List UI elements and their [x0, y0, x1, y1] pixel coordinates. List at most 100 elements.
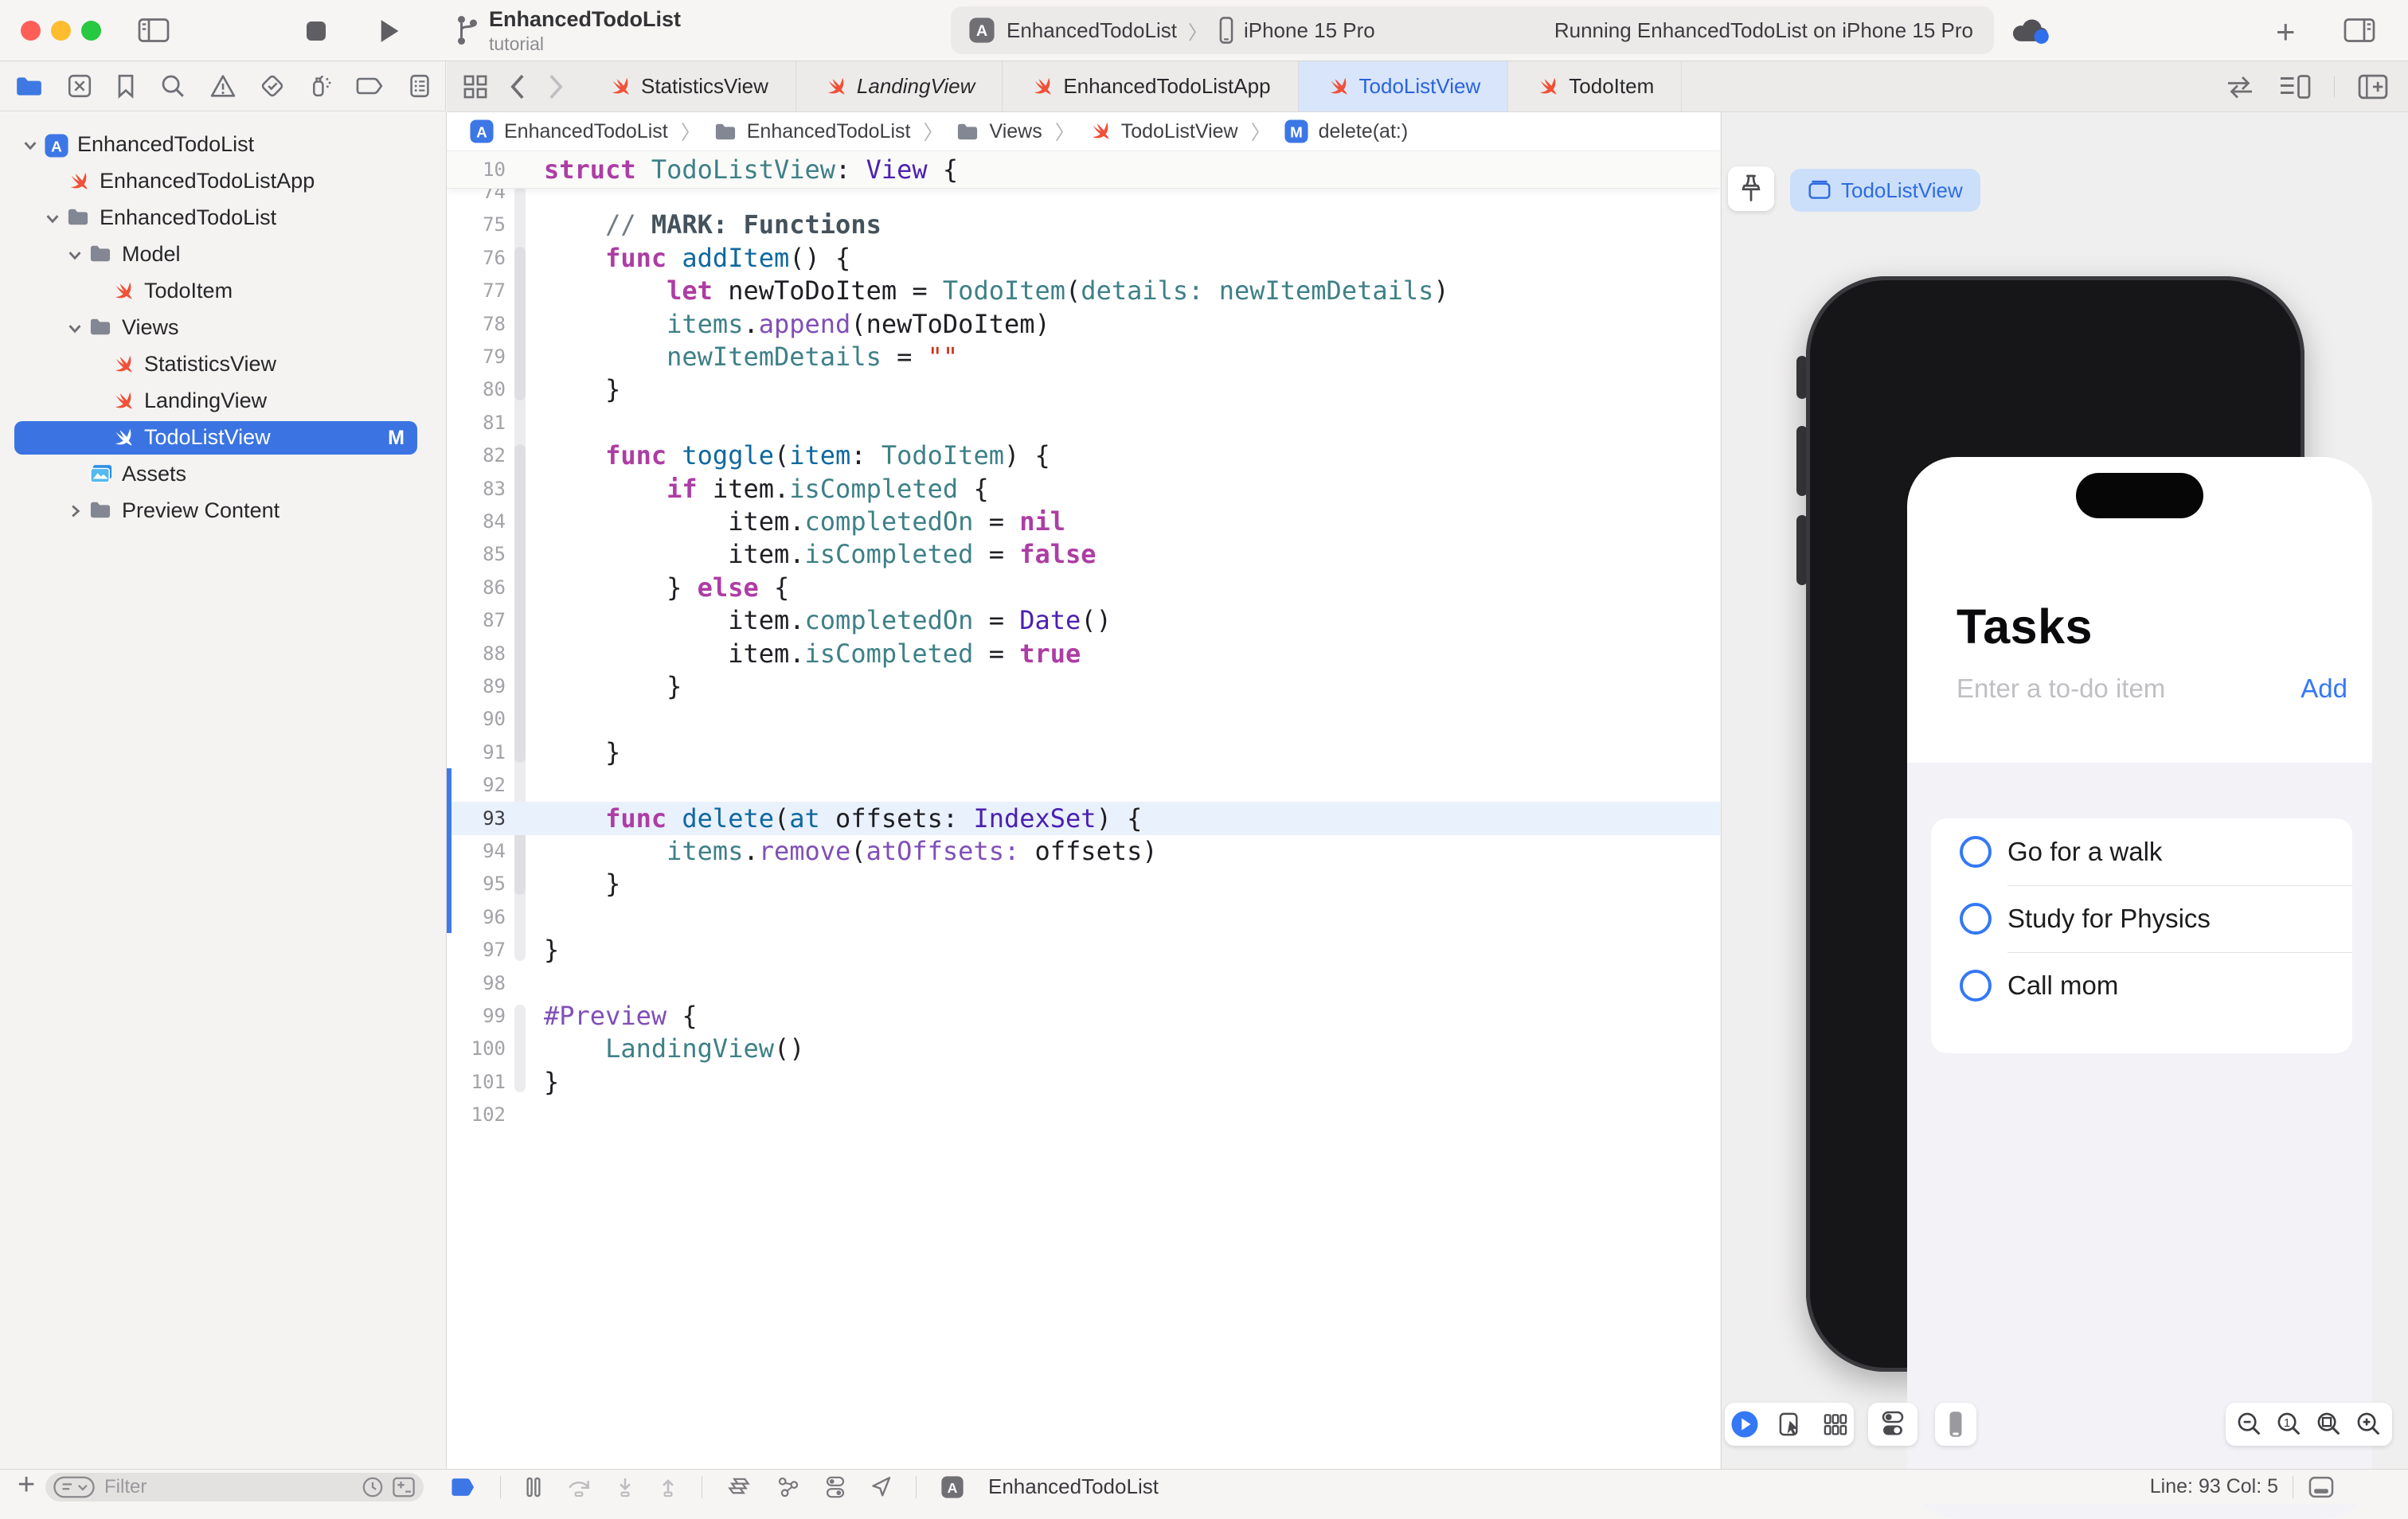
recent-files-icon[interactable] — [362, 1476, 384, 1498]
add-editor-icon[interactable] — [2357, 73, 2389, 100]
line-number[interactable]: 78 — [447, 307, 506, 341]
breakpoints-toggle-button[interactable] — [451, 1476, 476, 1498]
breadcrumb-item[interactable]: Views — [956, 120, 1042, 143]
navigate-forward-icon[interactable] — [547, 73, 565, 100]
line-number[interactable]: 84 — [447, 505, 506, 538]
swap-editor-icon[interactable] — [2224, 75, 2256, 99]
minimize-window-button[interactable] — [51, 21, 71, 41]
filter-options-icon[interactable] — [53, 1476, 95, 1498]
line-number[interactable]: 101 — [447, 1065, 506, 1099]
editor-tab-todolistview[interactable]: TodoListView — [1299, 61, 1509, 111]
line-number[interactable]: 79 — [447, 340, 506, 373]
debug-icon[interactable] — [309, 72, 333, 100]
todo-row[interactable]: Go for a walk — [1931, 818, 2352, 885]
line-number[interactable]: 100 — [447, 1032, 506, 1065]
line-number[interactable]: 76 — [447, 241, 506, 275]
code-line-100[interactable]: 100 LandingView() — [447, 1032, 1720, 1065]
breadcrumb-item[interactable]: TodoListView — [1088, 119, 1238, 143]
editor-tab-statisticsview[interactable]: StatisticsView — [580, 61, 796, 111]
scheme-selector[interactable]: A EnhancedTodoList 〉 iPhone 15 Pro Runni… — [951, 6, 1994, 54]
code-line-84[interactable]: 84 item.completedOn = nil — [447, 505, 1720, 538]
source-control-icon[interactable] — [67, 73, 92, 99]
todo-input-placeholder[interactable]: Enter a to-do item — [1956, 674, 2165, 704]
project-navigator-icon[interactable] — [14, 74, 43, 98]
scheme-name[interactable]: EnhancedTodoList — [1007, 18, 1177, 43]
code-line-88[interactable]: 88 item.isCompleted = true — [447, 637, 1720, 670]
run-button[interactable] — [376, 18, 401, 45]
reports-icon[interactable] — [408, 73, 431, 99]
zoom-fit-icon[interactable] — [2316, 1412, 2342, 1437]
disclosure-closed-icon[interactable] — [67, 503, 83, 519]
line-number[interactable]: 75 — [447, 208, 506, 241]
disclosure-open-icon[interactable] — [22, 137, 38, 153]
tests-icon[interactable] — [260, 73, 285, 99]
todo-row[interactable]: Call mom — [1931, 952, 2352, 1019]
line-number[interactable]: 80 — [447, 373, 506, 406]
source-editor[interactable]: 7475 // MARK: Functions76 func addItem()… — [447, 151, 1720, 1469]
code-line-79[interactable]: 79 newItemDetails = "" — [447, 340, 1720, 373]
code-line-96[interactable]: 96 — [447, 900, 1720, 934]
preview-target-pill[interactable]: TodoListView — [1790, 169, 1980, 212]
line-number[interactable]: 82 — [447, 439, 506, 472]
line-number[interactable]: 81 — [447, 406, 506, 439]
line-number[interactable]: 98 — [447, 966, 506, 1000]
code-line-76[interactable]: 76 func addItem() { — [447, 241, 1720, 275]
code-line-101[interactable]: 101} — [447, 1065, 1720, 1099]
line-number[interactable]: 93 — [447, 802, 506, 835]
code-line-92[interactable]: 92 — [447, 768, 1720, 802]
related-items-icon[interactable] — [463, 74, 488, 100]
code-line-98[interactable]: 98 — [447, 966, 1720, 1000]
issues-icon[interactable] — [209, 73, 236, 99]
code-line-91[interactable]: 91 } — [447, 736, 1720, 769]
close-window-button[interactable] — [21, 21, 41, 41]
todo-checkbox[interactable] — [1960, 970, 1992, 1002]
navigate-back-icon[interactable] — [509, 73, 526, 100]
line-number[interactable]: 92 — [447, 768, 506, 802]
sidebar-item-views[interactable]: Views — [0, 310, 446, 346]
sidebar-item-todoitem[interactable]: TodoItem — [0, 273, 446, 310]
navigator-filter-field[interactable]: Filter — [45, 1473, 424, 1501]
zoom-100-icon[interactable]: 1 — [2277, 1412, 2302, 1437]
source-control-filter-icon[interactable] — [392, 1476, 416, 1498]
variants-preview-button[interactable] — [1823, 1412, 1848, 1436]
add-file-button[interactable]: + — [18, 1468, 35, 1502]
zoom-in-icon[interactable] — [2356, 1412, 2382, 1437]
sidebar-item-statisticsview[interactable]: StatisticsView — [0, 346, 446, 383]
code-line-90[interactable]: 90 — [447, 702, 1720, 736]
code-line-95[interactable]: 95 } — [447, 867, 1720, 900]
line-number[interactable]: 86 — [447, 571, 506, 604]
disclosure-open-icon[interactable] — [45, 210, 61, 226]
code-line-99[interactable]: 99#Preview { — [447, 999, 1720, 1033]
editor-tab-todoitem[interactable]: TodoItem — [1508, 61, 1682, 111]
todo-checkbox[interactable] — [1960, 903, 1992, 935]
code-line-83[interactable]: 83 if item.isCompleted { — [447, 472, 1720, 506]
sidebar-item-enhancedtodolistapp[interactable]: EnhancedTodoListApp — [0, 163, 446, 200]
code-line-86[interactable]: 86 } else { — [447, 571, 1720, 604]
sidebar-item-landingview[interactable]: LandingView — [0, 383, 446, 420]
toggle-right-sidebar-icon[interactable] — [2343, 16, 2376, 45]
line-number[interactable]: 91 — [447, 736, 506, 769]
stop-button[interactable] — [304, 19, 328, 43]
code-line-82[interactable]: 82 func toggle(item: TodoItem) { — [447, 439, 1720, 472]
line-number[interactable]: 94 — [447, 834, 506, 868]
line-number[interactable]: 90 — [447, 702, 506, 736]
minimap-icon[interactable] — [2278, 73, 2312, 100]
sidebar-item-preview-content[interactable]: Preview Content — [0, 493, 446, 529]
code-line-78[interactable]: 78 items.append(newToDoItem) — [447, 307, 1720, 341]
pause-execution-icon[interactable] — [525, 1476, 542, 1498]
line-number[interactable]: 102 — [447, 1098, 506, 1131]
code-line-85[interactable]: 85 item.isCompleted = false — [447, 537, 1720, 571]
live-preview-button[interactable] — [1730, 1410, 1759, 1439]
view-hierarchy-icon[interactable] — [726, 1475, 752, 1499]
editor-layout-icon[interactable] — [2308, 1475, 2335, 1499]
pin-preview-button[interactable] — [1728, 166, 1774, 211]
toggle-left-sidebar-icon[interactable] — [137, 16, 170, 45]
code-line-102[interactable]: 102 — [447, 1098, 1720, 1131]
sidebar-item-assets[interactable]: Assets — [0, 456, 446, 493]
line-number[interactable]: 77 — [447, 274, 506, 307]
code-line-93[interactable]: 93 func delete(at offsets: IndexSet) { — [447, 802, 1720, 835]
breadcrumb-item[interactable]: Mdelete(at:) — [1284, 119, 1409, 144]
code-line-97[interactable]: 97} — [447, 933, 1720, 966]
code-line-94[interactable]: 94 items.remove(atOffsets: offsets) — [447, 834, 1720, 868]
code-line-81[interactable]: 81 — [447, 406, 1720, 439]
